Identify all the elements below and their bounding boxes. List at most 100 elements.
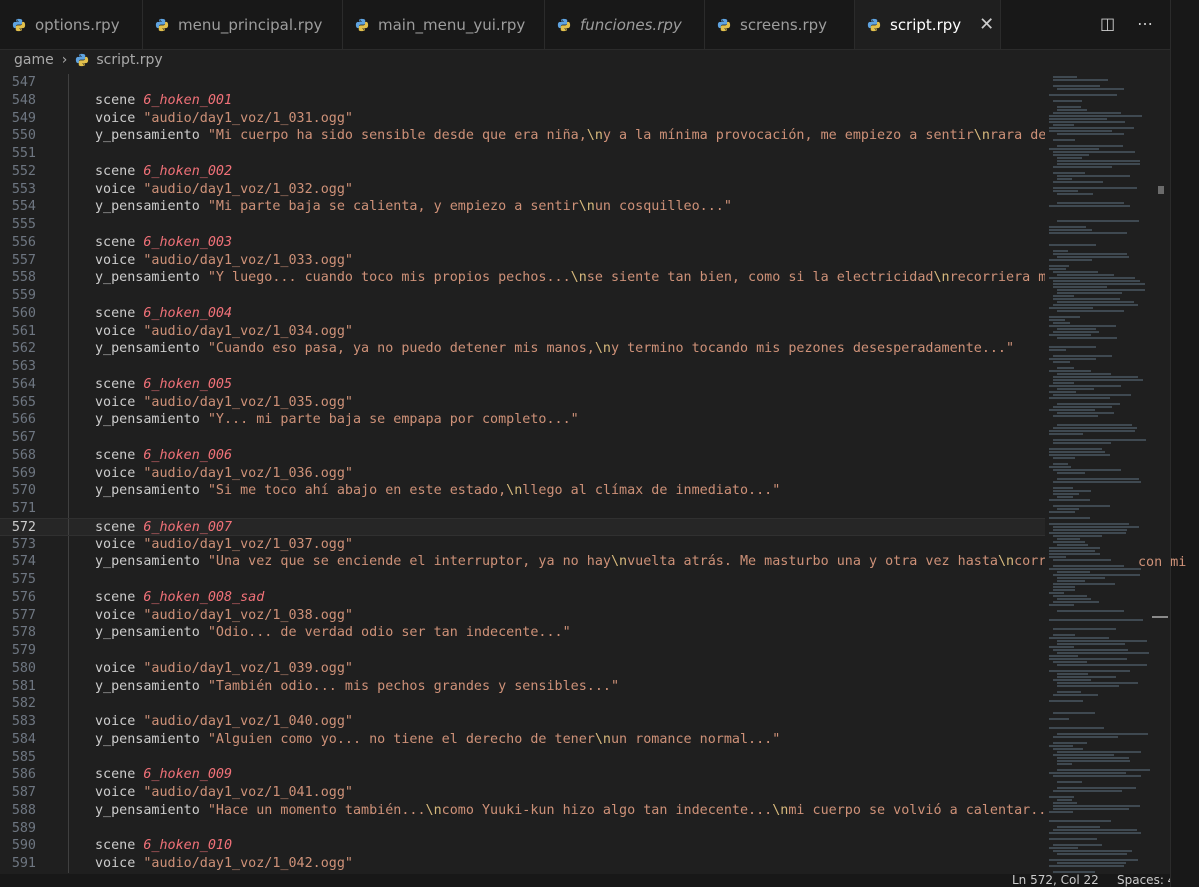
code-line[interactable]: 583 voice "audio/day1_voz/1_040.ogg" (0, 713, 1045, 731)
python-file-icon (76, 53, 89, 67)
indent-guide (68, 180, 69, 199)
minimap-line (1053, 154, 1089, 156)
code-line[interactable]: 577 voice "audio/day1_voz/1_038.ogg" (0, 606, 1045, 625)
tab-label: funciones.rpy (580, 15, 682, 34)
minimap-line (1057, 274, 1114, 276)
code-line[interactable]: 588 y_pensamiento "Hace un momento tambié… (0, 801, 1045, 820)
minimap-line (1057, 178, 1072, 180)
code-line[interactable]: 565 voice "audio/day1_voz/1_035.ogg" (0, 393, 1045, 412)
indent-guide (68, 411, 69, 429)
code-editor[interactable]: 547 548 scene 6_hoken_001 549 voice "audio/d… (0, 74, 1045, 874)
minimap-line (1049, 466, 1071, 468)
code-line[interactable]: 572 scene 6_hoken_007 (0, 517, 1045, 536)
breadcrumb-folder[interactable]: game (14, 52, 54, 68)
minimap-line (1049, 604, 1074, 606)
code-line[interactable]: 562 y_pensamiento "Cuando eso pasa, ya no… (0, 340, 1045, 358)
code-line[interactable]: 549 voice "audio/day1_voz/1_031.ogg" (0, 109, 1045, 128)
close-icon[interactable]: ✕ (979, 14, 994, 35)
code-line[interactable]: 576 scene 6_hoken_008_sad (0, 588, 1045, 607)
code-line[interactable]: 590 scene 6_hoken_010 (0, 837, 1045, 855)
code-line[interactable]: 559 (0, 287, 1045, 305)
indent-guide (68, 606, 69, 625)
tab-options-rpy[interactable]: options.rpy (0, 0, 143, 49)
code-line[interactable]: 563 (0, 358, 1045, 376)
code-line[interactable]: 584 y_pensamiento "Alguien como yo... no … (0, 730, 1045, 749)
code-line[interactable]: 589 (0, 819, 1045, 838)
minimap-line (1049, 349, 1066, 351)
code-line[interactable]: 560 scene 6_hoken_004 (0, 304, 1045, 323)
indent-guide (68, 251, 69, 270)
code-line[interactable]: 566 y_pensamiento "Y... mi parte baja se … (0, 411, 1045, 429)
minimap-line (1053, 76, 1077, 78)
indentation-status[interactable]: Spaces: 4 (1117, 874, 1170, 887)
code-line[interactable]: 585 (0, 748, 1045, 767)
minimap-line (1049, 820, 1111, 822)
code-line[interactable]: 581 y_pensamiento "También odio... mis pe… (0, 677, 1045, 696)
code-line[interactable]: 574 y_pensamiento "Una vez que se enciend… (0, 553, 1045, 571)
line-number: 582 (11, 696, 36, 712)
line-number: 577 (11, 607, 36, 623)
line-number: 569 (11, 465, 36, 481)
minimap-line (1057, 781, 1082, 783)
code-line[interactable]: 550 y_pensamiento "Mi cuerpo ha sido sens… (0, 127, 1045, 145)
code-line[interactable]: 555 (0, 216, 1045, 234)
code-line[interactable]: 586 scene 6_hoken_009 (0, 766, 1045, 784)
tab-main-menu-yui-rpy[interactable]: main_menu_yui.rpy (343, 0, 545, 49)
code-line[interactable]: 569 voice "audio/day1_voz/1_036.ogg" (0, 464, 1045, 483)
code-line[interactable]: 580 voice "audio/day1_voz/1_039.ogg" (0, 659, 1045, 678)
line-number: 578 (11, 625, 36, 641)
code-line[interactable]: 558 y_pensamiento "Y luego... cuando toco… (0, 269, 1045, 287)
minimap-line (1053, 736, 1118, 738)
minimap-line (1053, 439, 1146, 441)
minimap-line (1049, 130, 1112, 132)
breadcrumb-file[interactable]: script.rpy (96, 52, 162, 68)
code-line[interactable]: 551 (0, 145, 1045, 163)
code-line[interactable]: 561 voice "audio/day1_voz/1_034.ogg" (0, 322, 1045, 341)
code-line[interactable]: 573 voice "audio/day1_voz/1_037.ogg" (0, 535, 1045, 554)
indent-guide (68, 287, 69, 305)
split-editor-icon[interactable]: ◫ (1100, 14, 1115, 34)
minimap[interactable] (1045, 74, 1157, 874)
tab-funciones-rpy[interactable]: funciones.rpy (545, 0, 705, 49)
code-line[interactable]: 567 (0, 429, 1045, 447)
tab-menu-principal-rpy[interactable]: menu_principal.rpy (143, 0, 343, 49)
more-actions-icon[interactable]: ⋯ (1137, 14, 1153, 34)
code-line[interactable]: 553 voice "audio/day1_voz/1_032.ogg" (0, 180, 1045, 199)
minimap-line (1053, 541, 1085, 543)
code-line[interactable]: 547 (0, 74, 1045, 92)
cursor-position[interactable]: Ln 572, Col 22 (1012, 874, 1099, 887)
code-text: scene 6_hoken_002 (95, 163, 233, 179)
minimap-line (1049, 796, 1074, 798)
scrollbar-thumb[interactable] (1152, 616, 1168, 618)
line-number: 583 (11, 714, 36, 729)
minimap-line (1053, 457, 1075, 459)
minimap-line (1057, 109, 1087, 111)
code-line[interactable]: 568 scene 6_hoken_006 (0, 446, 1045, 465)
code-line[interactable]: 579 (0, 642, 1045, 660)
python-file-icon (717, 18, 731, 31)
minimap-line (1049, 670, 1130, 672)
code-line[interactable]: 552 scene 6_hoken_002 (0, 162, 1045, 181)
minimap-line (1049, 121, 1125, 123)
code-line[interactable]: 591 voice "audio/day1_voz/1_042.ogg" (0, 855, 1045, 873)
code-line[interactable]: 556 scene 6_hoken_003 (0, 233, 1045, 252)
line-number: 547 (11, 75, 36, 90)
line-number: 588 (11, 802, 36, 818)
code-line[interactable]: 564 scene 6_hoken_005 (0, 375, 1045, 394)
code-line[interactable]: 557 voice "audio/day1_voz/1_033.ogg" (0, 251, 1045, 270)
minimap-line (1053, 574, 1140, 576)
code-line[interactable]: 548 scene 6_hoken_001 (0, 91, 1045, 110)
code-line[interactable]: 582 (0, 695, 1045, 713)
code-line[interactable]: 575 (0, 571, 1045, 589)
minimap-line (1049, 385, 1121, 387)
code-line[interactable]: 578 y_pensamiento "Odio... de verdad odio… (0, 624, 1045, 642)
code-line[interactable]: 570 y_pensamiento "Si me toco ahí abajo e… (0, 482, 1045, 500)
line-number: 564 (11, 376, 36, 392)
code-line[interactable]: 571 (0, 500, 1045, 518)
minimap-line (1057, 664, 1147, 666)
code-line[interactable]: 587 voice "audio/day1_voz/1_041.ogg" (0, 784, 1045, 802)
tab-screens-rpy[interactable]: screens.rpy (705, 0, 855, 49)
minimap-line (1053, 529, 1127, 531)
tab-script-rpy[interactable]: script.rpy ✕ (855, 0, 1001, 49)
code-line[interactable]: 554 y_pensamiento "Mi parte baja se calie… (0, 198, 1045, 216)
